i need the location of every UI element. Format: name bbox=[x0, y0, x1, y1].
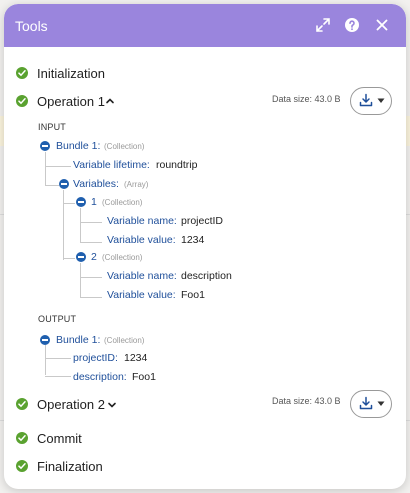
tree-type: (Collection) bbox=[102, 198, 143, 207]
tree-connector bbox=[45, 376, 71, 377]
tree-type: (Collection) bbox=[102, 253, 143, 262]
success-check-icon bbox=[16, 95, 28, 107]
output-section-label: OUTPUT bbox=[38, 314, 77, 324]
tree-connector bbox=[45, 166, 71, 167]
collapse-toggle[interactable] bbox=[59, 179, 69, 189]
tree-connector bbox=[45, 358, 71, 359]
tree-connector bbox=[45, 185, 59, 186]
step-label: Operation 2 bbox=[37, 397, 105, 412]
download-button[interactable] bbox=[350, 87, 392, 115]
download-icon bbox=[359, 396, 373, 410]
tree-value: 1234 bbox=[181, 234, 205, 246]
tree-value: 1234 bbox=[124, 352, 148, 364]
success-check-icon bbox=[16, 460, 28, 472]
data-size-label: Data size: 43.0 B bbox=[272, 396, 341, 406]
caret-down-icon bbox=[377, 401, 385, 406]
tree-value: Foo1 bbox=[181, 289, 205, 301]
tree-connector bbox=[45, 152, 46, 186]
tree-type: (Array) bbox=[124, 180, 149, 189]
collapse-toggle[interactable] bbox=[40, 141, 50, 151]
step-operation-1[interactable]: Operation 1 bbox=[4, 91, 406, 113]
tree-key: Variable lifetime: bbox=[73, 159, 150, 171]
tree-value: roundtrip bbox=[156, 159, 198, 171]
tree-key: Variable value: bbox=[107, 289, 176, 301]
tools-panel: Tools Initialization Operation 1 Data si… bbox=[4, 4, 406, 489]
collapse-toggle[interactable] bbox=[40, 335, 50, 345]
tree-value: Foo1 bbox=[132, 371, 156, 383]
tree-value: description bbox=[181, 270, 232, 282]
success-check-icon bbox=[16, 398, 28, 410]
collapse-toggle[interactable] bbox=[76, 252, 86, 262]
tree-key: Bundle 1: bbox=[56, 334, 101, 346]
download-button[interactable] bbox=[350, 390, 392, 418]
step-finalization[interactable]: Finalization bbox=[4, 457, 406, 477]
tree-key: Variable name: bbox=[107, 215, 177, 227]
step-label: Operation 1 bbox=[37, 94, 105, 109]
tree-connector bbox=[80, 263, 81, 298]
tree-connector bbox=[80, 222, 102, 223]
collapse-toggle[interactable] bbox=[76, 197, 86, 207]
tree-connector bbox=[80, 277, 102, 278]
tree-connector bbox=[80, 242, 102, 243]
tree-key: Variable name: bbox=[107, 270, 177, 282]
chevron-up-icon[interactable] bbox=[105, 96, 115, 106]
step-label: Initialization bbox=[37, 66, 105, 81]
tree-connector bbox=[63, 203, 75, 204]
step-initialization[interactable]: Initialization bbox=[4, 64, 406, 84]
download-icon bbox=[359, 93, 373, 107]
tree-connector bbox=[80, 297, 102, 298]
data-size-label: Data size: 43.0 B bbox=[272, 94, 341, 104]
step-label: Finalization bbox=[37, 459, 103, 474]
success-check-icon bbox=[16, 67, 28, 79]
tree-connector bbox=[63, 190, 64, 260]
expand-icon[interactable] bbox=[314, 16, 332, 34]
tree-connector bbox=[63, 258, 75, 259]
tree-key: projectID: bbox=[73, 352, 118, 364]
tree-key: 2 bbox=[91, 251, 97, 263]
caret-down-icon bbox=[377, 98, 385, 103]
tree-key: Variable value: bbox=[107, 234, 176, 246]
tree-key: Variables: bbox=[73, 178, 119, 190]
chevron-down-icon[interactable] bbox=[107, 400, 117, 410]
input-section-label: INPUT bbox=[38, 122, 66, 132]
tree-connector bbox=[45, 345, 46, 375]
tree-key: Bundle 1: bbox=[56, 140, 101, 152]
tree-connector bbox=[80, 208, 81, 243]
step-operation-2[interactable]: Operation 2 bbox=[4, 394, 406, 416]
tree-type: (Collection) bbox=[104, 142, 145, 151]
tree-type: (Collection) bbox=[104, 336, 145, 345]
step-commit[interactable]: Commit bbox=[4, 429, 406, 449]
tree-key: description: bbox=[73, 371, 127, 383]
success-check-icon bbox=[16, 432, 28, 444]
close-icon[interactable] bbox=[373, 16, 391, 34]
help-icon[interactable] bbox=[343, 16, 361, 34]
tree-value: projectID bbox=[181, 215, 224, 227]
panel-header: Tools bbox=[4, 4, 406, 47]
panel-title: Tools bbox=[15, 18, 48, 34]
step-label: Commit bbox=[37, 431, 82, 446]
tree-key: 1 bbox=[91, 196, 97, 208]
